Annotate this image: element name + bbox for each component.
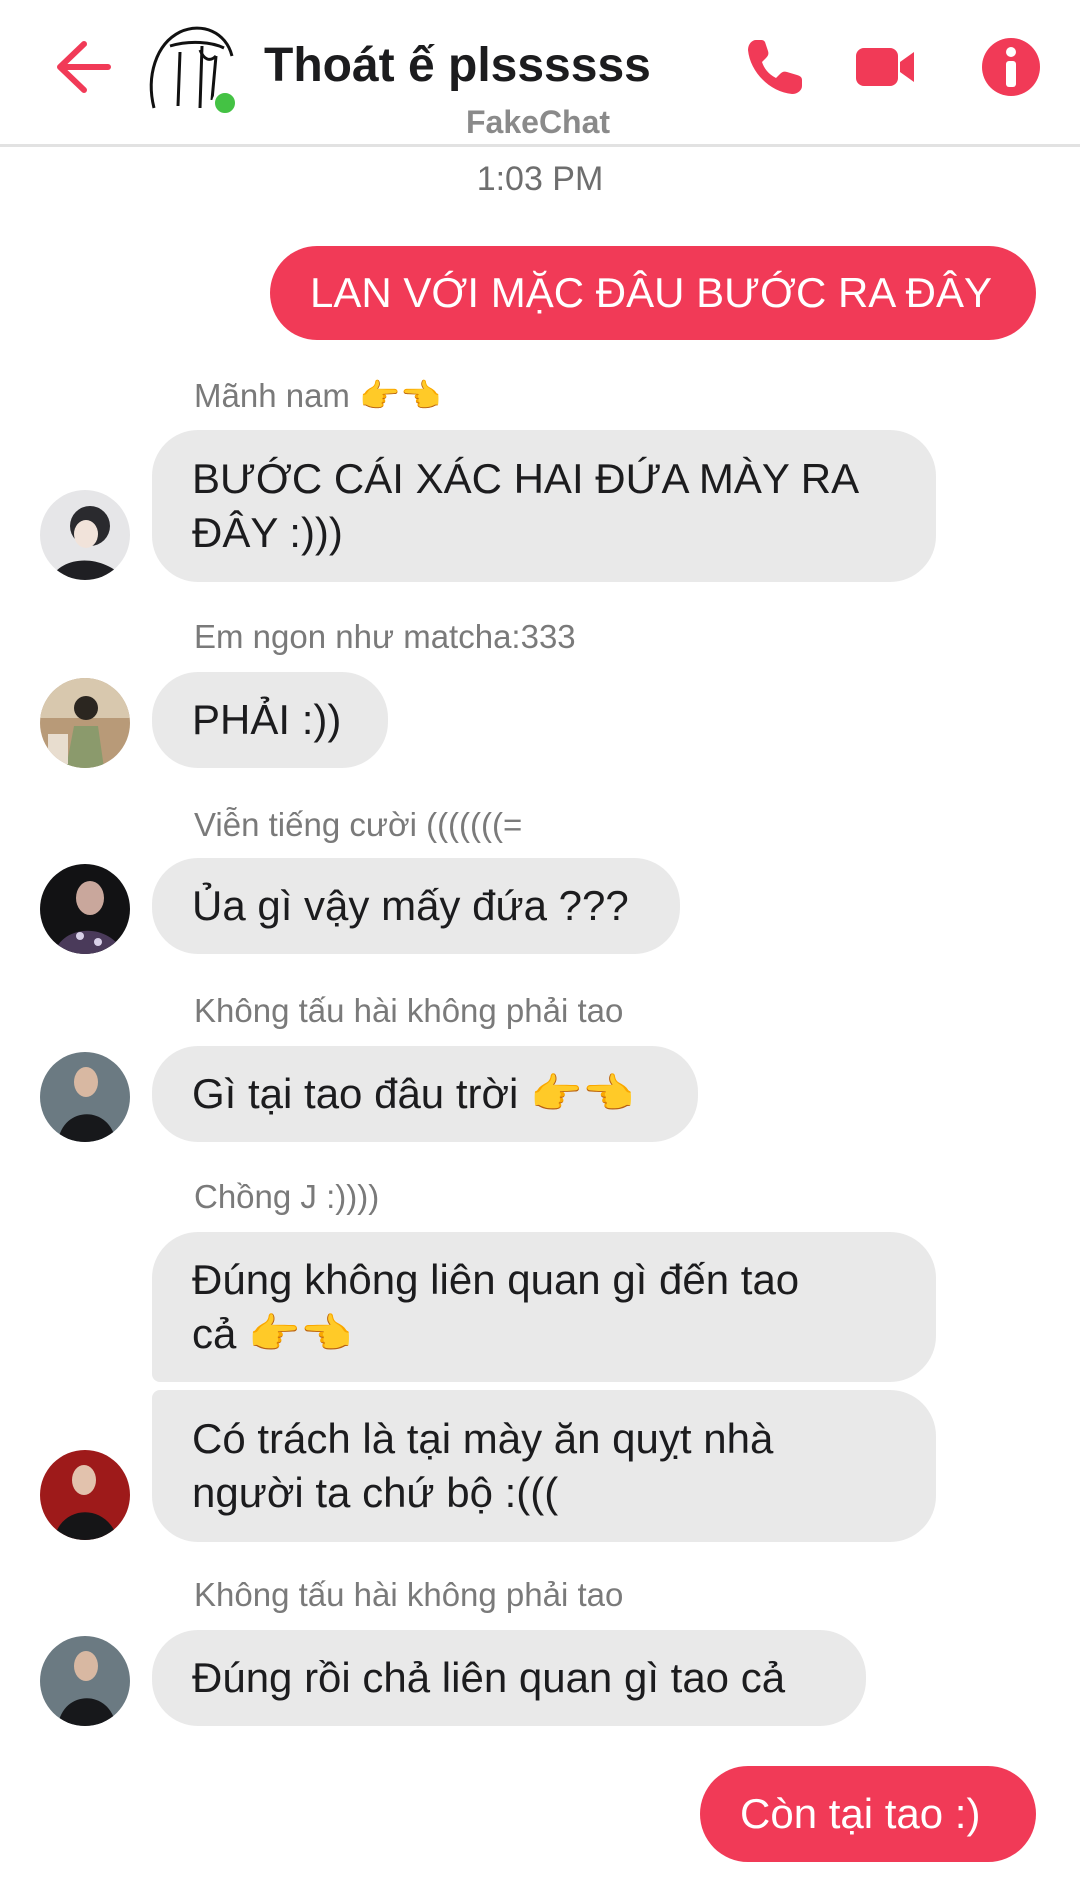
- message-text: Còn tại tao :): [740, 1790, 981, 1837]
- sender-name: Mãnh nam 👉👈: [194, 376, 442, 415]
- incoming-message[interactable]: Có trách là tại mày ăn quỵt nhà người ta…: [152, 1390, 936, 1542]
- header-divider: [0, 144, 1080, 147]
- sender-name: Em ngon như matcha:333: [194, 618, 576, 655]
- message-text: Có trách là tại mày ăn quỵt nhà người ta…: [192, 1415, 774, 1516]
- outgoing-message[interactable]: LAN VỚI MẶC ĐÂU BƯỚC RA ĐÂY: [270, 246, 1036, 340]
- message-text: Ủa gì vậy mấy đứa ???: [192, 882, 629, 929]
- pointing-fingers-emoji: 👉👈: [359, 376, 442, 415]
- incoming-message[interactable]: Đúng rồi chả liên quan gì tao cả: [152, 1630, 866, 1726]
- avatar[interactable]: [40, 678, 130, 768]
- incoming-message[interactable]: PHẢI :)): [152, 672, 388, 768]
- message-text: LAN VỚI MẶC ĐÂU BƯỚC RA ĐÂY: [310, 269, 993, 316]
- back-arrow-icon[interactable]: [50, 34, 116, 100]
- avatar[interactable]: [40, 1450, 130, 1540]
- incoming-message[interactable]: Đúng không liên quan gì đến tao cả 👉👈: [152, 1232, 936, 1382]
- incoming-message[interactable]: BƯỚC CÁI XÁC HAI ĐỨA MÀY RA ĐÂY :))): [152, 430, 936, 582]
- message-timestamp: 1:03 PM: [476, 160, 604, 198]
- info-icon[interactable]: [978, 34, 1044, 100]
- outgoing-message[interactable]: Còn tại tao :): [700, 1766, 1036, 1862]
- phone-icon[interactable]: [742, 34, 808, 100]
- message-text: Đúng rồi chả liên quan gì tao cả: [192, 1654, 786, 1701]
- chat-title: Thoát ế plssssss: [264, 39, 651, 92]
- avatar[interactable]: [40, 1636, 130, 1726]
- avatar[interactable]: [40, 864, 130, 954]
- chat-subtitle: FakeChat: [466, 104, 611, 140]
- sender-name: Viễn tiếng cười (((((((=: [194, 806, 523, 843]
- message-text: Gì tại tao đâu trời: [192, 1070, 519, 1117]
- video-camera-icon[interactable]: [852, 34, 918, 100]
- pointing-fingers-emoji: 👉👈: [248, 1309, 353, 1358]
- incoming-message[interactable]: Ủa gì vậy mấy đứa ???: [152, 858, 680, 954]
- message-text: PHẢI :)): [192, 696, 342, 743]
- avatar[interactable]: [40, 1052, 130, 1142]
- sender-name: Chồng J :)))): [194, 1178, 380, 1215]
- pointing-fingers-emoji: 👉👈: [530, 1069, 635, 1118]
- chat-header: Thoát ế plssssss FakeChat: [0, 0, 1080, 146]
- sender-name: Không tấu hài không phải tao: [194, 992, 624, 1029]
- sender-name: Không tấu hài không phải tao: [194, 1576, 624, 1613]
- message-text: BƯỚC CÁI XÁC HAI ĐỨA MÀY RA ĐÂY :))): [192, 455, 857, 556]
- avatar[interactable]: [40, 490, 130, 580]
- incoming-message[interactable]: Gì tại tao đâu trời 👉👈: [152, 1046, 698, 1142]
- online-status-dot: [212, 90, 238, 116]
